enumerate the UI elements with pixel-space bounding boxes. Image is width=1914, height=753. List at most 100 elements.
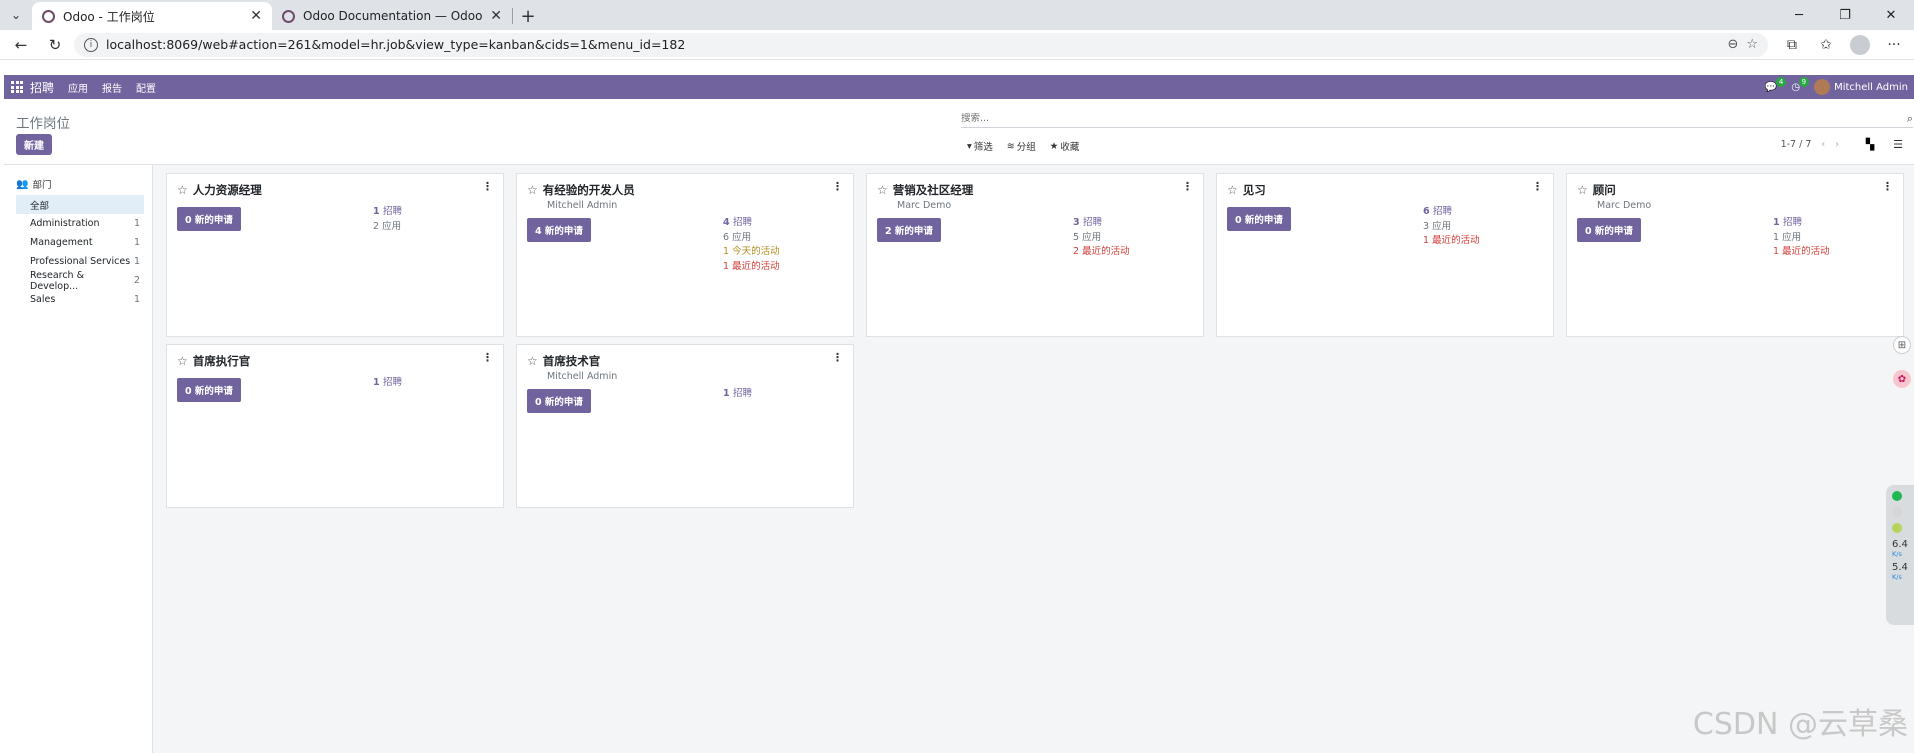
list-view-icon[interactable]: ☰ [1890,136,1906,152]
messages-button[interactable]: 💬 4 [1765,76,1787,93]
job-card[interactable]: ☆ 营销及社区经理 ⋮ Marc Demo 2 新的申请 3 招聘 5 应用 2 … [866,173,1204,337]
minimize-button[interactable]: ─ [1776,0,1822,30]
chevron-left-icon[interactable]: ‹ [1821,139,1825,150]
chevron-right-icon[interactable]: › [1835,139,1839,150]
recent-activities-stat[interactable]: 1 最近的活动 [723,260,780,275]
url-field[interactable]: i localhost:8069/web#action=261&model=hr… [74,32,1768,57]
recruitment-stat[interactable]: 3 招聘 [1073,216,1130,231]
sidebar-item-sales[interactable]: Sales 1 [16,290,144,309]
job-card[interactable]: ☆ 人力资源经理 ⋮ 0 新的申请 1 招聘 2 应用 [166,173,504,337]
new-applications-button[interactable]: 2 新的申请 [877,218,941,242]
recruitment-stat[interactable]: 1 招聘 [723,387,752,402]
assistant-icon[interactable]: ✿ [1893,370,1911,388]
menu-reports[interactable]: 报告 [102,80,122,95]
reload-button[interactable]: ↻ [40,32,70,58]
favorites-icon[interactable]: ✩ [1812,32,1840,58]
today-activities-stat[interactable]: 1 今天的活动 [723,245,780,260]
kebab-menu-icon[interactable]: ⋮ [482,180,493,193]
pager-value[interactable]: 1-7 / 7 [1781,139,1812,150]
new-applications-button[interactable]: 0 新的申请 [177,378,241,402]
recruitment-stat[interactable]: 1 招聘 [373,205,402,220]
job-card[interactable]: ☆ 首席技术官 ⋮ Mitchell Admin 0 新的申请 1 招聘 [516,344,854,508]
kebab-menu-icon[interactable]: ⋮ [1182,180,1193,193]
favorite-star-icon[interactable]: ☆ [1746,37,1758,52]
job-title[interactable]: 首席技术官 [543,353,601,369]
star-icon[interactable]: ☆ [527,354,538,368]
kebab-menu-icon[interactable]: ⋮ [1532,180,1543,193]
job-card[interactable]: ☆ 首席执行官 ⋮ 0 新的申请 1 招聘 [166,344,504,508]
close-icon[interactable]: ✕ [490,8,502,24]
job-title[interactable]: 营销及社区经理 [893,182,974,198]
close-icon[interactable]: ✕ [250,8,262,24]
sidebar-item-research-development[interactable]: Research & Develop... 2 [16,270,144,292]
recruitment-stat[interactable]: 6 招聘 [1423,205,1480,220]
sidebar-item-professional-services[interactable]: Professional Services 1 [16,252,144,271]
new-button[interactable]: 新建 [16,134,52,155]
sidebar-item-administration[interactable]: Administration 1 [16,214,144,233]
star-icon[interactable]: ☆ [177,183,188,197]
profile-button[interactable] [1846,32,1874,58]
menu-applications[interactable]: 应用 [68,80,88,95]
sidebar-item-all[interactable]: 全部 [16,195,144,214]
browser-tab-odoo-jobs[interactable]: Odoo - 工作岗位 ✕ [32,2,272,30]
groupby-button[interactable]: ≋ 分组 [1007,139,1036,154]
menu-configuration[interactable]: 配置 [136,80,156,95]
new-applications-button[interactable]: 0 新的申请 [527,389,591,413]
new-tab-button[interactable]: + [513,2,543,30]
search-input[interactable] [961,113,1907,124]
applications-stat[interactable]: 2 应用 [373,220,402,235]
kebab-menu-icon[interactable]: ⋮ [832,180,843,193]
activities-button[interactable]: ◷ 9 [1791,76,1810,93]
zoom-out-icon[interactable]: ⊖ [1727,37,1738,52]
recruitment-stat[interactable]: 4 招聘 [723,216,780,231]
job-title[interactable]: 顾问 [1593,182,1616,198]
applications-stat[interactable]: 5 应用 [1073,231,1130,246]
app-brand[interactable]: 招聘 [30,79,54,96]
recent-activities-stat[interactable]: 1 最近的活动 [1423,234,1480,249]
applications-stat[interactable]: 6 应用 [723,231,780,246]
more-menu-icon[interactable]: ··· [1880,32,1908,58]
tab-actions-menu[interactable]: ⌄ [0,0,32,30]
recent-activities-stat[interactable]: 2 最近的活动 [1073,245,1130,260]
applications-stat[interactable]: 3 应用 [1423,220,1480,235]
new-applications-button[interactable]: 0 新的申请 [177,207,241,231]
new-applications-button[interactable]: 0 新的申请 [1227,207,1291,231]
star-icon[interactable]: ☆ [527,183,538,197]
recent-activities-stat[interactable]: 1 最近的活动 [1773,245,1830,260]
browser-tab-odoo-docs[interactable]: Odoo Documentation — Odoo 16 ✕ [272,2,512,30]
qr-code-icon[interactable]: ⊞ [1893,336,1911,354]
star-icon[interactable]: ☆ [1577,183,1588,197]
extensions-icon[interactable]: ⧉ [1778,32,1806,58]
recruitment-stat[interactable]: 1 招聘 [373,376,402,391]
new-applications-button[interactable]: 0 新的申请 [1577,218,1641,242]
job-title[interactable]: 见习 [1243,182,1266,198]
network-speed-widget[interactable]: 6.4 K/s 5.4 K/s [1886,485,1914,625]
favorites-button[interactable]: ★ 收藏 [1050,139,1080,154]
recruitment-stat[interactable]: 1 招聘 [1773,216,1830,231]
restore-button[interactable]: ❐ [1822,0,1868,30]
job-card[interactable]: ☆ 有经验的开发人员 ⋮ Mitchell Admin 4 新的申请 4 招聘 6… [516,173,854,337]
job-title[interactable]: 首席执行官 [193,353,251,369]
star-icon[interactable]: ☆ [877,183,888,197]
kebab-menu-icon[interactable]: ⋮ [1882,180,1893,193]
apps-menu-icon[interactable] [4,75,30,99]
filter-button[interactable]: ▾ 筛选 [967,139,993,154]
star-icon[interactable]: ☆ [177,354,188,368]
kanban-view-icon[interactable]: ▚ [1862,136,1878,152]
kebab-menu-icon[interactable]: ⋮ [482,351,493,364]
url-text[interactable]: localhost:8069/web#action=261&model=hr.j… [106,37,1719,52]
kebab-menu-icon[interactable]: ⋮ [832,351,843,364]
site-info-icon[interactable]: i [84,37,98,52]
job-title[interactable]: 人力资源经理 [193,182,262,198]
new-applications-button[interactable]: 4 新的申请 [527,218,591,242]
job-title[interactable]: 有经验的开发人员 [543,182,635,198]
applications-stat[interactable]: 1 应用 [1773,231,1830,246]
job-card[interactable]: ☆ 顾问 ⋮ Marc Demo 0 新的申请 1 招聘 1 应用 1 最近的活动 [1566,173,1904,337]
back-button[interactable]: ← [6,32,36,58]
star-icon[interactable]: ☆ [1227,183,1238,197]
sidebar-item-management[interactable]: Management 1 [16,233,144,252]
search-icon[interactable]: ⌕ [1907,112,1913,126]
close-window-button[interactable]: ✕ [1868,0,1914,30]
job-card[interactable]: ☆ 见习 ⋮ 0 新的申请 6 招聘 3 应用 1 最近的活动 [1216,173,1554,337]
user-menu[interactable]: Mitchell Admin [1814,79,1908,95]
